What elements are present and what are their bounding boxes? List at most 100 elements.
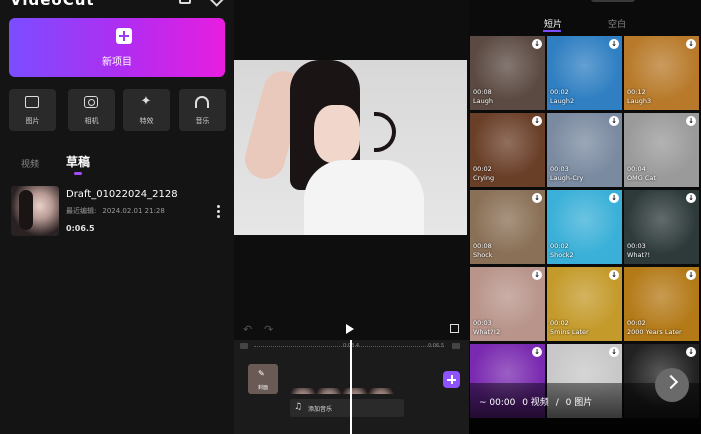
clip-name: Laugh <box>473 97 493 105</box>
camera-tool-button[interactable]: 相机 <box>68 89 115 131</box>
camera-icon <box>84 96 98 108</box>
selection-info: ~ 00:00 0 视频 / 0 图片 <box>479 395 596 408</box>
effects-tool-button[interactable]: ✦ 特效 <box>123 89 170 131</box>
draft-list-item[interactable]: Draft_01022024_2128 最近编辑: 2024.02.01 21:2… <box>11 186 229 238</box>
clip-name: Laugh2 <box>550 97 575 105</box>
clip-frame <box>290 388 316 394</box>
clip-duration: 00:03 <box>473 319 492 327</box>
image-tool-label: 图片 <box>25 117 40 125</box>
play-icon[interactable] <box>346 324 354 334</box>
download-icon[interactable]: ↓ <box>609 39 619 49</box>
clip-tile[interactable]: ↓ 00:12 Laugh3 <box>624 36 699 110</box>
draft-duration: 0:06.5 <box>66 224 95 233</box>
camera-tool-label: 相机 <box>84 117 99 125</box>
settings-icon[interactable] <box>179 0 191 4</box>
clip-duration: 00:03 <box>627 242 646 250</box>
selection-time: ~ 00:00 <box>479 398 516 408</box>
clip-tile[interactable]: ↓ 00:03 What?! <box>624 190 699 264</box>
clip-name: Shock <box>473 251 493 259</box>
clip-duration: 00:08 <box>473 242 492 250</box>
download-icon[interactable]: ↓ <box>686 270 696 280</box>
clip-duration: 00:02 <box>627 319 646 327</box>
music-tool-button[interactable]: 音乐 <box>179 89 226 131</box>
video-clip-track[interactable] <box>290 364 404 394</box>
download-icon[interactable]: ↓ <box>532 39 542 49</box>
download-icon[interactable]: ↓ <box>609 193 619 203</box>
jump-end-icon[interactable] <box>452 343 460 349</box>
clip-tile[interactable]: ↓ 00:02 2000 Years Later <box>624 267 699 341</box>
download-icon[interactable]: ↓ <box>532 347 542 357</box>
media-library: 短片 空白 ↓ 00:08 Laugh ↓ 00:02 Laugh2 ↓ 00:12 Laugh… <box>469 0 701 434</box>
image-tool-button[interactable]: 图片 <box>9 89 56 131</box>
ruler-end-time: 0:06.5 <box>428 343 444 349</box>
jump-start-icon[interactable] <box>240 343 248 349</box>
selection-videos: 0 视频 <box>522 398 549 408</box>
download-icon[interactable]: ↓ <box>532 270 542 280</box>
draft-edited-label: 最近编辑: <box>66 207 97 215</box>
app-title: VideoCut <box>10 0 95 9</box>
clip-name: What?! <box>627 251 651 259</box>
clip-name: Shock2 <box>550 251 574 259</box>
effects-tool-label: 特效 <box>139 117 154 125</box>
clip-name: Laugh-Cry <box>550 174 584 182</box>
tab-shorts[interactable]: 短片 <box>544 17 562 30</box>
cover-label: 封面 <box>257 385 268 391</box>
undo-icon[interactable]: ↶ <box>243 323 252 336</box>
drag-handle[interactable] <box>591 0 635 2</box>
download-icon[interactable]: ↓ <box>532 116 542 126</box>
clip-tile[interactable]: ↓ 00:08 Shock <box>470 190 545 264</box>
cover-button[interactable]: ✎ 封面 <box>248 364 278 394</box>
download-icon[interactable]: ↓ <box>686 347 696 357</box>
clip-duration: 00:02 <box>550 242 569 250</box>
active-tab-indicator <box>74 172 82 175</box>
chevron-right-icon <box>663 374 679 390</box>
download-icon[interactable]: ↓ <box>686 193 696 203</box>
clip-tile[interactable]: ↓ 00:02 Crying <box>470 113 545 187</box>
download-icon[interactable]: ↓ <box>532 193 542 203</box>
clip-tile[interactable]: ↓ 00:03 What?!2 <box>470 267 545 341</box>
next-button[interactable] <box>655 368 689 402</box>
add-clip-button[interactable] <box>443 371 460 388</box>
tab-video[interactable]: 视频 <box>21 157 39 170</box>
redo-icon[interactable]: ↷ <box>264 323 273 336</box>
clip-tile[interactable]: ↓ 00:04 OMG Cat <box>624 113 699 187</box>
add-music-label: 添加音乐 <box>308 406 333 413</box>
new-project-button[interactable]: 新项目 <box>9 18 225 77</box>
clip-duration: 00:04 <box>627 165 646 173</box>
tab-blank[interactable]: 空白 <box>608 17 626 30</box>
clip-frame <box>316 388 342 394</box>
add-music-button[interactable]: ♫ 添加音乐 <box>290 399 404 417</box>
new-project-label: 新项目 <box>102 57 132 68</box>
clip-tile[interactable]: ↓ 00:02 5mins Later <box>547 267 622 341</box>
clip-name: OMG Cat <box>627 174 656 182</box>
more-options-icon[interactable] <box>217 205 221 219</box>
premium-icon[interactable] <box>208 0 224 7</box>
clip-name: 2000 Years Later <box>627 328 682 336</box>
draft-edited-date: 2024.02.01 21:28 <box>102 207 165 215</box>
download-icon[interactable]: ↓ <box>686 39 696 49</box>
video-preview[interactable] <box>234 60 467 235</box>
download-icon[interactable]: ↓ <box>686 116 696 126</box>
music-tool-label: 音乐 <box>195 117 210 125</box>
download-icon[interactable]: ↓ <box>609 116 619 126</box>
download-icon[interactable]: ↓ <box>609 347 619 357</box>
plus-icon <box>116 28 132 44</box>
clip-tile[interactable]: ↓ 00:02 Laugh2 <box>547 36 622 110</box>
image-icon <box>25 96 39 108</box>
project-panel: VideoCut 新项目 图片 相机 ✦ 特效 音乐 视频 草稿 Draft_0… <box>0 0 234 434</box>
download-icon[interactable]: ↓ <box>609 270 619 280</box>
clip-name: What?!2 <box>473 328 501 336</box>
clip-tile[interactable]: ↓ 00:03 Laugh-Cry <box>547 113 622 187</box>
clip-tile[interactable]: ↓ 00:02 Shock2 <box>547 190 622 264</box>
clip-name: 5mins Later <box>550 328 589 336</box>
clip-name: Crying <box>473 174 495 182</box>
playhead[interactable] <box>350 340 352 434</box>
draft-edited: 最近编辑: 2024.02.01 21:28 <box>66 206 165 216</box>
clip-tile[interactable]: ↓ 00:08 Laugh <box>470 36 545 110</box>
tab-drafts[interactable]: 草稿 <box>66 153 90 170</box>
sparkle-icon: ✦ <box>140 94 152 109</box>
draft-thumbnail <box>11 186 59 236</box>
clip-duration: 00:03 <box>550 165 569 173</box>
fullscreen-icon[interactable] <box>450 324 459 333</box>
timeline[interactable]: 0:03.4 0:06.5 ✎ 封面 ♫ 添加音乐 <box>234 340 469 434</box>
